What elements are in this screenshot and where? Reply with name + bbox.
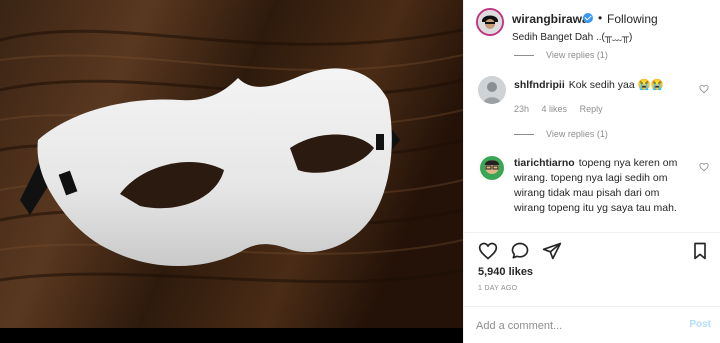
comments-list: View replies (1) shlfndripii Kok sedih ya… [464, 48, 720, 228]
post-image[interactable] [0, 0, 463, 343]
commenter-avatar-image [478, 154, 506, 182]
comment-heart-icon[interactable] [699, 84, 709, 94]
header-separator: • [598, 11, 603, 25]
post-time[interactable]: 1 DAY AGO [478, 285, 517, 292]
comment-input[interactable] [476, 318, 676, 334]
verified-badge-icon [583, 13, 593, 23]
add-comment-bar: Post [464, 306, 720, 343]
bookmark-icon[interactable] [690, 241, 710, 261]
view-replies-button[interactable]: View replies (1) [514, 129, 608, 141]
heart-icon[interactable] [478, 241, 498, 261]
comment-meta: 23h 4 likes Reply [514, 104, 613, 114]
author-username[interactable]: wirangbirawa [512, 12, 589, 26]
post-details-panel: wirangbirawa • Following Sedih Banget Da… [463, 0, 720, 343]
post-comment-button[interactable]: Post [689, 319, 711, 330]
comment-username[interactable]: shlfndripii [514, 79, 565, 91]
comment-age: 23h [514, 104, 530, 114]
divider-line [514, 134, 534, 136]
comment-body: tiarichtiarno topeng nya keren om wirang.… [514, 156, 690, 216]
likes-count[interactable]: 5,940 likes [478, 266, 533, 278]
divider-line [514, 55, 534, 57]
author-avatar[interactable] [476, 8, 504, 36]
comment-body: shlfndripii Kok sedih yaa 😭😭 [514, 78, 690, 93]
post-header: wirangbirawa • Following Sedih Banget Da… [464, 0, 720, 48]
view-replies-label: View replies (1) [546, 50, 608, 60]
action-bar [464, 232, 720, 264]
comment-heart-icon[interactable] [699, 162, 709, 172]
comment-icon[interactable] [510, 241, 530, 261]
view-replies-label: View replies (1) [546, 129, 608, 139]
commenter-avatar[interactable] [478, 154, 506, 182]
comment-reply-button[interactable]: Reply [580, 104, 603, 114]
view-replies-button[interactable]: View replies (1) [514, 50, 608, 62]
comment-likes[interactable]: 4 likes [542, 104, 568, 114]
mask-photo [0, 0, 463, 328]
post-subtitle: Sedih Banget Dah ..(╥﹏╥) [512, 32, 633, 43]
comment-text: Kok sedih yaa 😭😭 [568, 79, 664, 91]
comment-username[interactable]: tiarichtiarno [514, 157, 575, 169]
commenter-avatar-image [478, 76, 506, 104]
avatar-image [478, 10, 502, 34]
commenter-avatar[interactable] [478, 76, 506, 104]
share-icon[interactable] [542, 241, 562, 261]
following-button[interactable]: Following [607, 12, 658, 26]
